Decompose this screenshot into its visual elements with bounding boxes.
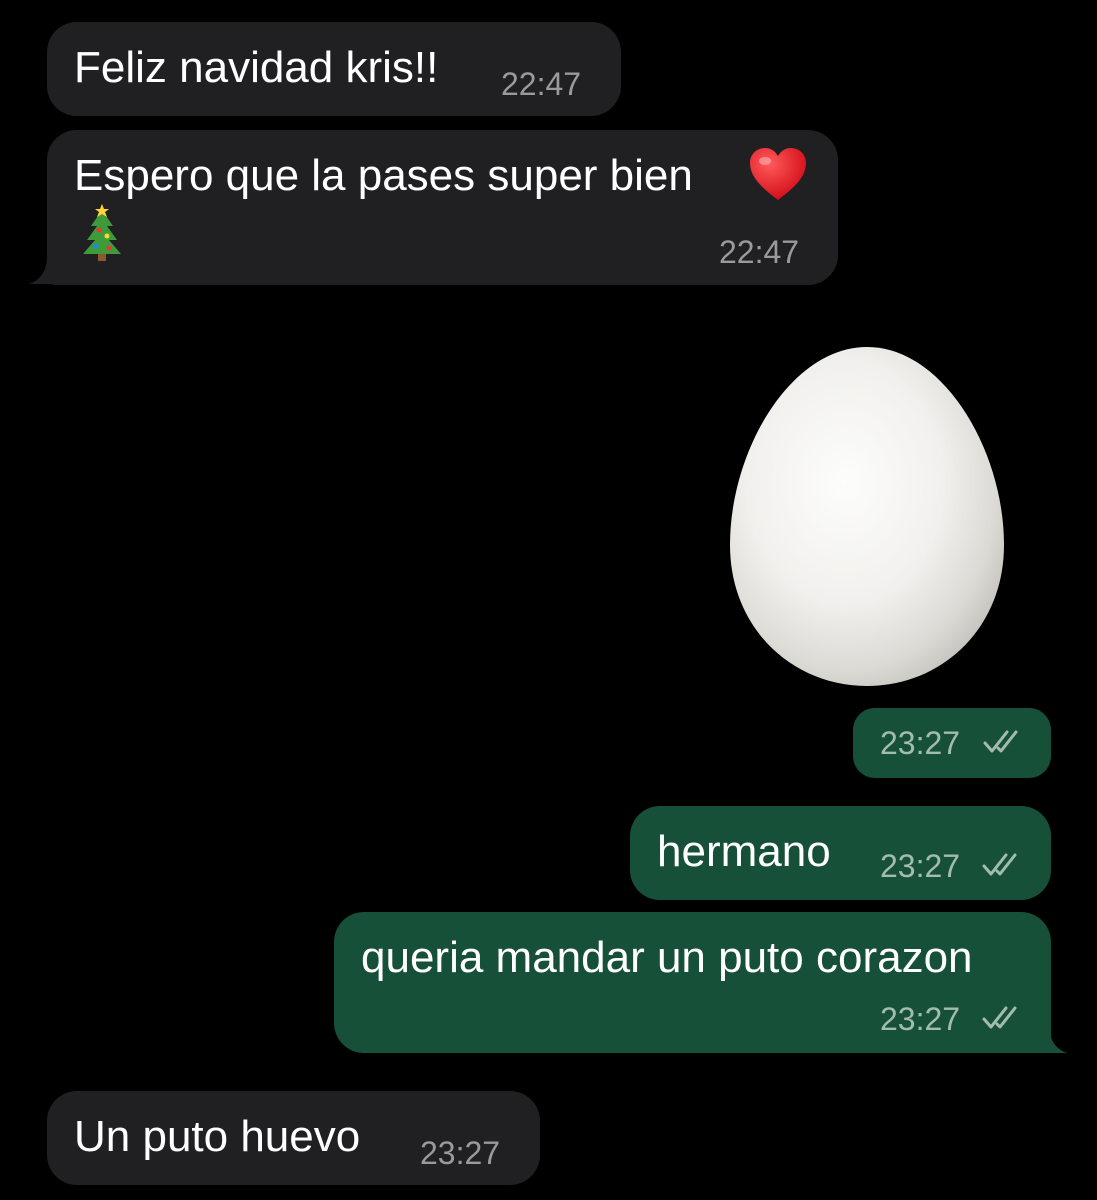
message-text: Feliz navidad kris!! bbox=[74, 43, 439, 92]
incoming-message[interactable]: Espero que la pases super bien 22:47 bbox=[47, 130, 838, 285]
message-text: queria mandar un puto corazon bbox=[361, 933, 973, 982]
heart-emoji bbox=[750, 148, 806, 200]
message-text: hermano bbox=[657, 827, 831, 876]
chat-area[interactable]: Feliz navidad kris!! 22:47 Espero que la… bbox=[0, 0, 1097, 1200]
message-timestamp: 23:27 bbox=[880, 725, 961, 761]
read-receipt-icon bbox=[982, 853, 1017, 876]
message-timestamp: 23:27 bbox=[880, 848, 961, 884]
egg-sticker[interactable] bbox=[728, 345, 1006, 688]
egg-image bbox=[730, 347, 1004, 686]
outgoing-message[interactable]: queria mandar un puto corazon 23:27 bbox=[334, 912, 1051, 1053]
message-text: Espero que la pases super bien bbox=[74, 151, 693, 200]
message-timestamp: 23:27 bbox=[420, 1135, 501, 1171]
bubble-tail bbox=[1037, 1024, 1067, 1053]
incoming-message[interactable]: Un puto huevo 23:27 bbox=[47, 1091, 540, 1185]
incoming-message[interactable]: Feliz navidad kris!! 22:47 bbox=[47, 22, 621, 116]
message-timestamp: 22:47 bbox=[719, 234, 800, 270]
sticker-timestamp-pill: 23:27 bbox=[853, 708, 1051, 778]
read-receipt-icon bbox=[983, 730, 1018, 753]
christmas-tree-emoji bbox=[83, 204, 121, 261]
bubble-tail bbox=[29, 256, 59, 284]
outgoing-message[interactable]: hermano 23:27 bbox=[630, 806, 1051, 900]
message-text: Un puto huevo bbox=[74, 1112, 361, 1161]
message-timestamp: 23:27 bbox=[880, 1001, 961, 1037]
read-receipt-icon bbox=[982, 1006, 1017, 1029]
message-timestamp: 22:47 bbox=[501, 66, 582, 102]
